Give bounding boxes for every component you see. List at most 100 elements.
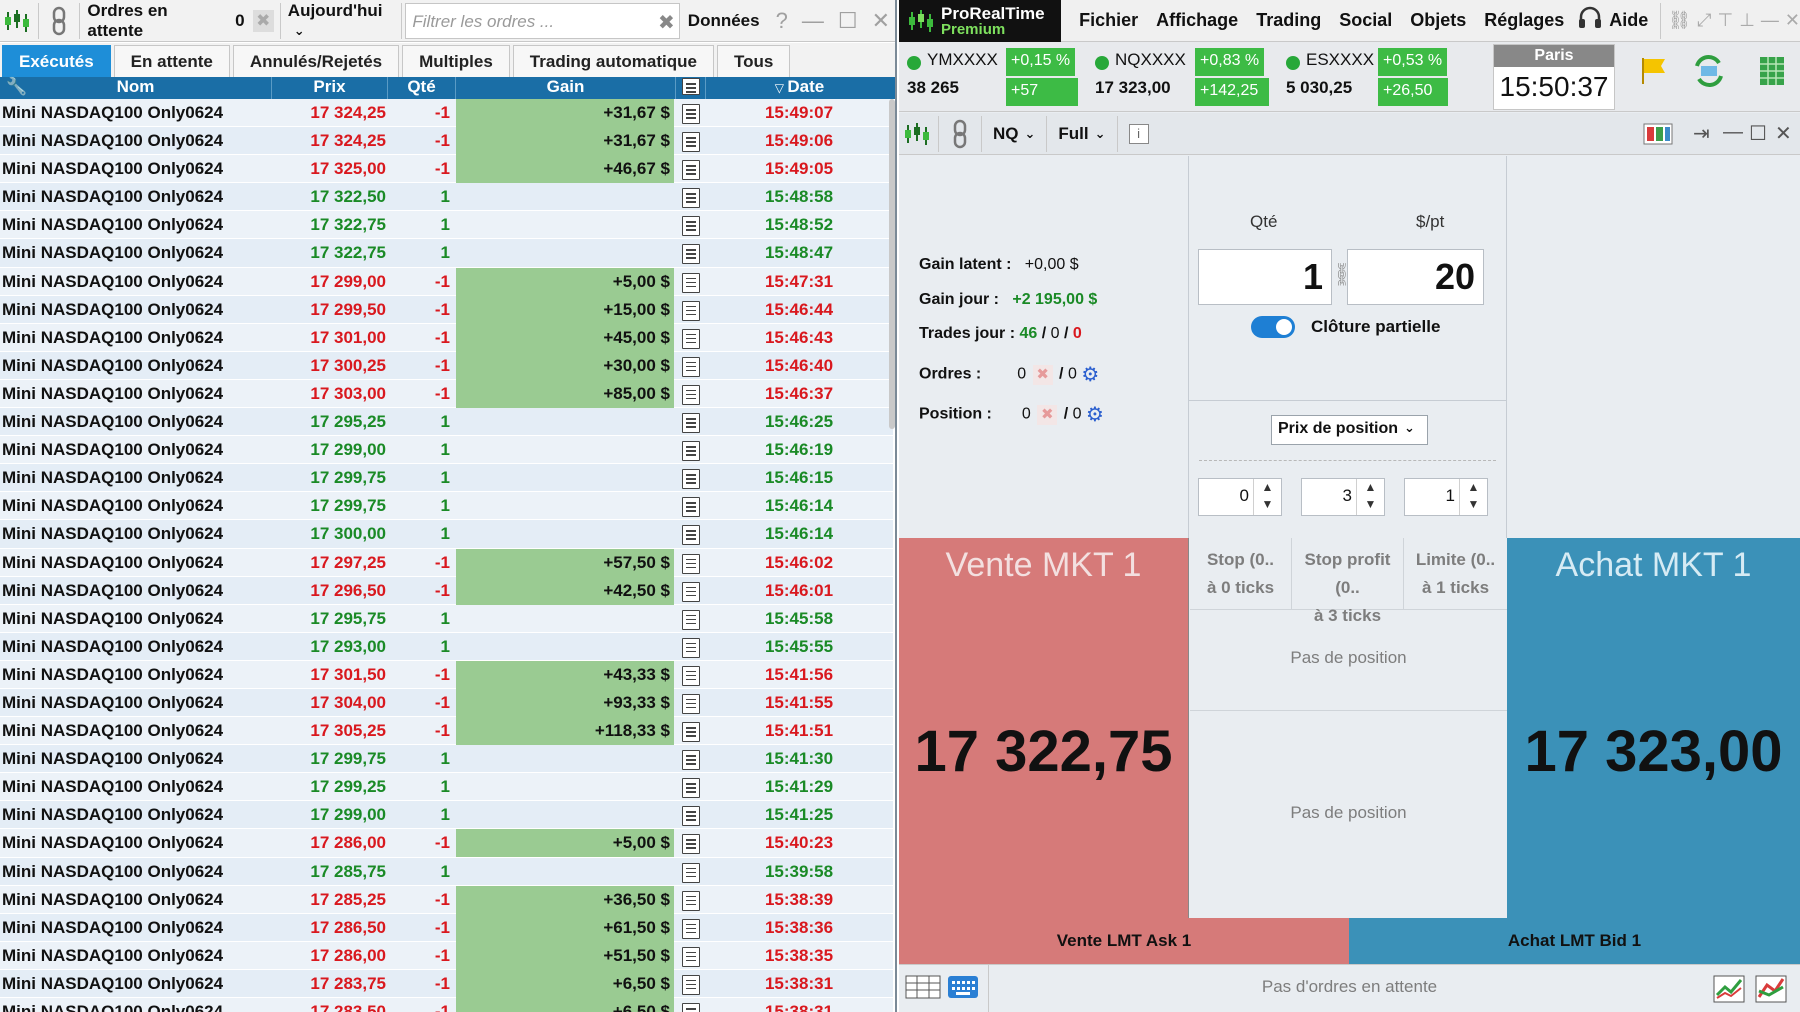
table-view-icon[interactable] xyxy=(905,975,941,1008)
gears-icon[interactable]: ⚙ xyxy=(1086,402,1104,427)
order-details-button[interactable] xyxy=(676,689,706,717)
headset-icon[interactable] xyxy=(1577,5,1603,36)
menu-social[interactable]: Social xyxy=(1339,10,1392,31)
order-details-button[interactable] xyxy=(676,464,706,492)
stepper-arrows-icon[interactable]: ▲ ▼ xyxy=(1253,479,1281,515)
close-icon[interactable]: ✕ xyxy=(1775,121,1792,146)
refresh-icon[interactable] xyxy=(1691,54,1727,93)
order-details-button[interactable] xyxy=(676,520,706,548)
table-row[interactable]: Mini NASDAQ100 Only0624 17 296,50 -1 +42,50… xyxy=(0,576,893,605)
table-row[interactable]: Mini NASDAQ100 Only0624 17 305,25 -1 +118,3… xyxy=(0,717,893,746)
sell-limit-button[interactable]: Vente LMT Ask 1 xyxy=(899,918,1349,964)
column-price-header[interactable]: Prix xyxy=(272,77,388,99)
tab-multiple[interactable]: Multiples xyxy=(402,45,510,77)
grid-icon[interactable] xyxy=(1759,56,1785,91)
link-icon[interactable] xyxy=(942,116,978,152)
table-row[interactable]: Mini NASDAQ100 Only0624 17 300,25 -1 +30,00… xyxy=(0,351,893,380)
order-details-button[interactable] xyxy=(676,661,706,689)
stepper-arrows-icon[interactable]: ▲ ▼ xyxy=(1459,479,1487,515)
order-details-button[interactable] xyxy=(676,352,706,380)
order-details-button[interactable] xyxy=(676,577,706,605)
menu-settings[interactable]: Réglages xyxy=(1484,10,1564,31)
orders-scrollbar[interactable] xyxy=(889,99,895,429)
data-menu[interactable]: Données xyxy=(688,11,760,31)
table-row[interactable]: Mini NASDAQ100 Only0624 17 285,75 1 15:39:5… xyxy=(0,857,893,886)
table-row[interactable]: Mini NASDAQ100 Only0624 17 322,75 1 15:48:5… xyxy=(0,211,893,240)
order-details-button[interactable] xyxy=(676,914,706,942)
points-value-input[interactable]: 20 xyxy=(1347,249,1484,305)
order-details-button[interactable] xyxy=(676,605,706,633)
close-position-icon[interactable]: ✖ xyxy=(1037,404,1058,425)
table-row[interactable]: Mini NASDAQ100 Only0624 17 286,00 -1 +51,50… xyxy=(0,941,893,970)
column-details-header[interactable] xyxy=(676,77,706,99)
order-details-button[interactable] xyxy=(676,492,706,520)
link-icon[interactable]: ⛓ xyxy=(1668,10,1691,31)
position-price-select[interactable]: Prix de position ⌄ xyxy=(1271,415,1428,445)
table-row[interactable]: Mini NASDAQ100 Only0624 17 283,75 -1 +6,50 … xyxy=(0,969,893,998)
table-row[interactable]: Mini NASDAQ100 Only0624 17 299,75 1 15:41:3… xyxy=(0,745,893,774)
cancel-all-icon[interactable]: ✖ xyxy=(252,9,274,32)
buy-limit-button[interactable]: Achat LMT Bid 1 xyxy=(1349,918,1800,964)
order-details-button[interactable] xyxy=(676,858,706,886)
order-details-button[interactable] xyxy=(676,549,706,577)
chart-candles-icon[interactable] xyxy=(899,116,935,152)
tab-all[interactable]: Tous xyxy=(716,45,791,77)
table-row[interactable]: Mini NASDAQ100 Only0624 17 297,25 -1 +57,50… xyxy=(0,548,893,577)
mode-select[interactable]: Full ⌄ xyxy=(1058,124,1105,144)
tab-cancelled-rejected[interactable]: Annulés/Rejetés xyxy=(232,45,400,77)
clear-filter-icon[interactable]: ✖ xyxy=(658,10,675,35)
ticker-ym[interactable]: YMXXXX 38 265 +0,15 % +57 xyxy=(903,46,1083,108)
order-details-button[interactable] xyxy=(676,886,706,914)
column-date-header[interactable]: ▽ Date xyxy=(706,77,893,99)
table-row[interactable]: Mini NASDAQ100 Only0624 17 304,00 -1 +93,33… xyxy=(0,688,893,718)
maximize-icon[interactable]: ☐ xyxy=(1749,121,1767,146)
table-row[interactable]: Mini NASDAQ100 Only0624 17 299,25 1 15:41:2… xyxy=(0,773,893,802)
table-row[interactable]: Mini NASDAQ100 Only0624 17 299,00 -1 +5,00 … xyxy=(0,267,893,296)
menu-objects[interactable]: Objets xyxy=(1410,10,1466,31)
order-details-button[interactable] xyxy=(676,155,706,183)
order-details-button[interactable] xyxy=(676,942,706,970)
gears-icon[interactable]: ⚙ xyxy=(1081,362,1099,387)
order-details-button[interactable] xyxy=(676,408,706,436)
table-row[interactable]: Mini NASDAQ100 Only0624 17 299,00 1 15:41:2… xyxy=(0,801,893,830)
order-details-button[interactable] xyxy=(676,998,706,1012)
table-row[interactable]: Mini NASDAQ100 Only0624 17 293,00 1 15:45:5… xyxy=(0,632,893,661)
chart-check-icon[interactable] xyxy=(1713,975,1745,1008)
stop-cell[interactable]: Stop (0.. à 0 ticks xyxy=(1190,538,1292,610)
order-details-button[interactable] xyxy=(676,436,706,464)
order-details-button[interactable] xyxy=(676,296,706,324)
table-row[interactable]: Mini NASDAQ100 Only0624 17 299,75 1 15:46:1… xyxy=(0,492,893,521)
tab-auto-trading[interactable]: Trading automatique xyxy=(512,45,714,77)
table-row[interactable]: Mini NASDAQ100 Only0624 17 286,50 -1 +61,50… xyxy=(0,913,893,942)
menu-help[interactable]: Aide xyxy=(1609,10,1648,31)
stop-ticks-stepper[interactable]: 0 ▲ ▼ xyxy=(1198,478,1282,516)
take-profit-cell[interactable]: Stop profit (0.. à 3 ticks xyxy=(1292,538,1404,625)
column-qty-header[interactable]: Qté xyxy=(388,77,456,99)
table-row[interactable]: Mini NASDAQ100 Only0624 17 301,00 -1 +45,00… xyxy=(0,323,893,352)
trade-tools-icon[interactable] xyxy=(1755,975,1787,1008)
layout-icon[interactable] xyxy=(1643,123,1673,150)
keyboard-icon[interactable] xyxy=(947,975,979,1004)
ticker-nq[interactable]: NQXXXX 17 323,00 +0,83 % +142,25 xyxy=(1091,46,1273,108)
order-details-button[interactable] xyxy=(676,717,706,745)
order-details-button[interactable] xyxy=(676,633,706,661)
table-row[interactable]: Mini NASDAQ100 Only0624 17 300,00 1 15:46:1… xyxy=(0,520,893,549)
order-details-button[interactable] xyxy=(676,211,706,239)
menu-view[interactable]: Affichage xyxy=(1156,10,1238,31)
table-row[interactable]: Mini NASDAQ100 Only0624 17 322,50 1 15:48:5… xyxy=(0,183,893,212)
table-row[interactable]: Mini NASDAQ100 Only0624 17 295,75 1 15:45:5… xyxy=(0,604,893,633)
chart-candles-icon[interactable] xyxy=(0,3,35,39)
maximize-icon[interactable]: ☐ xyxy=(838,8,858,34)
column-name-header[interactable]: 🔧 Nom xyxy=(0,77,272,99)
column-gain-header[interactable]: Gain xyxy=(456,77,676,99)
table-row[interactable]: Mini NASDAQ100 Only0624 17 283,50 -1 +6,50 … xyxy=(0,998,893,1012)
ticker-es[interactable]: ESXXXX 5 030,25 +0,53 % +26,50 xyxy=(1282,46,1464,108)
stepper-arrows-icon[interactable]: ▲ ▼ xyxy=(1356,479,1384,515)
close-icon[interactable]: ✕ xyxy=(1785,10,1800,31)
table-row[interactable]: Mini NASDAQ100 Only0624 17 285,25 -1 +36,50… xyxy=(0,885,893,914)
pin-icon[interactable]: ⇥ xyxy=(1693,121,1710,146)
link-icon[interactable] xyxy=(42,3,77,39)
order-details-button[interactable] xyxy=(676,970,706,998)
order-details-button[interactable] xyxy=(676,183,706,211)
table-row[interactable]: Mini NASDAQ100 Only0624 17 286,00 -1 +5,00 … xyxy=(0,829,893,858)
